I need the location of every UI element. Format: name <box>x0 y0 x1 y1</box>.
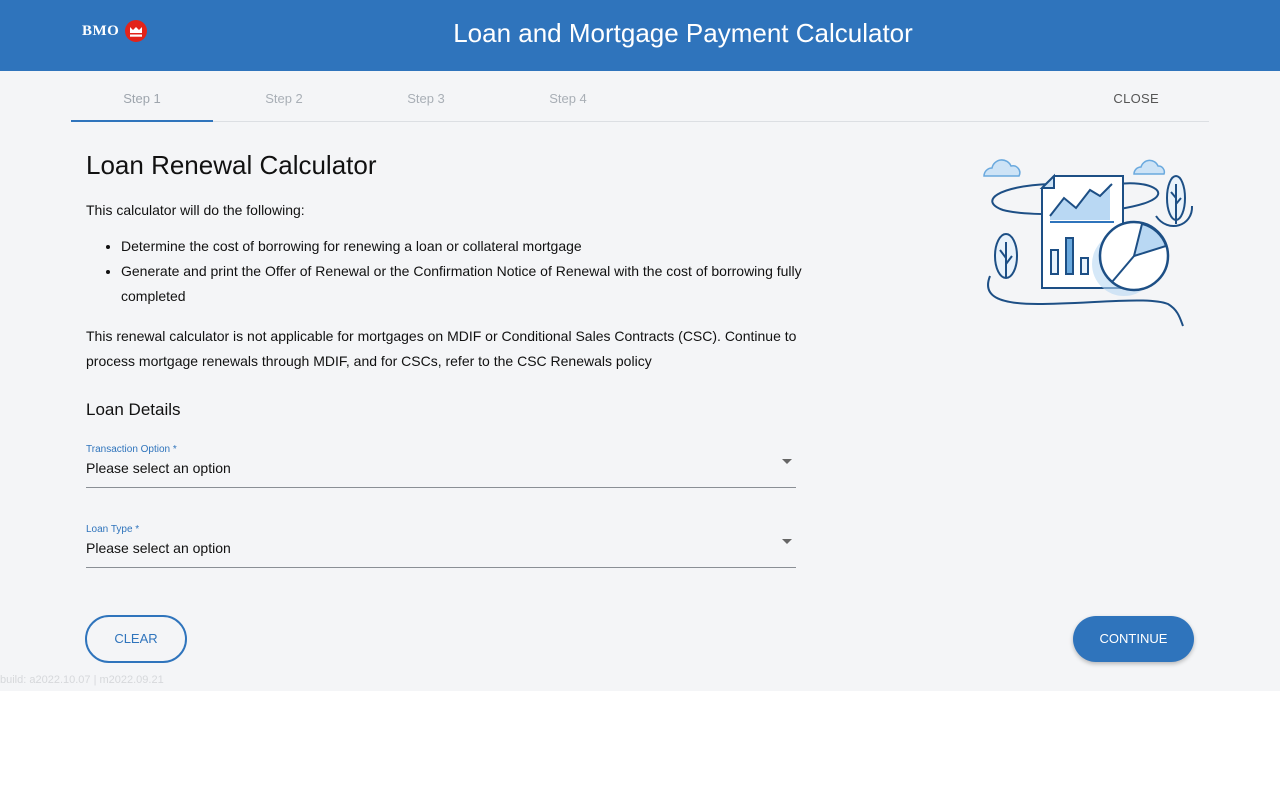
loan-type-value: Please select an option <box>86 540 231 556</box>
list-item: Determine the cost of borrowing for rene… <box>121 234 821 259</box>
tab-step-2[interactable]: Step 2 <box>213 71 355 121</box>
clear-button[interactable]: CLEAR <box>85 615 187 663</box>
intro-text: This calculator will do the following: <box>86 202 305 218</box>
continue-button[interactable]: CONTINUE <box>1073 616 1194 662</box>
transaction-option-label: Transaction Option * <box>86 444 177 455</box>
transaction-option-value: Please select an option <box>86 460 231 476</box>
tab-step-4[interactable]: Step 4 <box>497 71 639 121</box>
finance-report-illustration <box>983 159 1194 327</box>
close-button[interactable]: CLOSE <box>1113 71 1159 121</box>
tab-step-3[interactable]: Step 3 <box>355 71 497 121</box>
chevron-down-icon <box>782 539 792 544</box>
main-content: Loan Renewal Calculator This calculator … <box>86 150 806 419</box>
step-tabs: Step 1 Step 2 Step 3 Step 4 CLOSE <box>71 71 1209 122</box>
loan-details-heading: Loan Details <box>86 400 181 419</box>
loan-type-label: Loan Type * <box>86 524 140 535</box>
app-title: Loan and Mortgage Payment Calculator <box>453 18 913 48</box>
app-container: BMO Loan and Mortgage Payment Calculator… <box>0 0 1280 691</box>
build-info: build: a2022.10.07 | m2022.09.21 <box>0 674 164 686</box>
app-header: BMO Loan and Mortgage Payment Calculator <box>0 0 1280 71</box>
transaction-option-select[interactable]: Transaction Option * Please select an op… <box>86 444 796 488</box>
page-title: Loan Renewal Calculator <box>86 150 377 180</box>
list-item: Generate and print the Offer of Renewal … <box>121 259 821 309</box>
loan-type-select[interactable]: Loan Type * Please select an option <box>86 524 796 568</box>
tab-step-1[interactable]: Step 1 <box>71 71 213 122</box>
feature-list: Determine the cost of borrowing for rene… <box>86 234 821 309</box>
applicability-note: This renewal calculator is not applicabl… <box>86 328 797 369</box>
chevron-down-icon <box>782 459 792 464</box>
